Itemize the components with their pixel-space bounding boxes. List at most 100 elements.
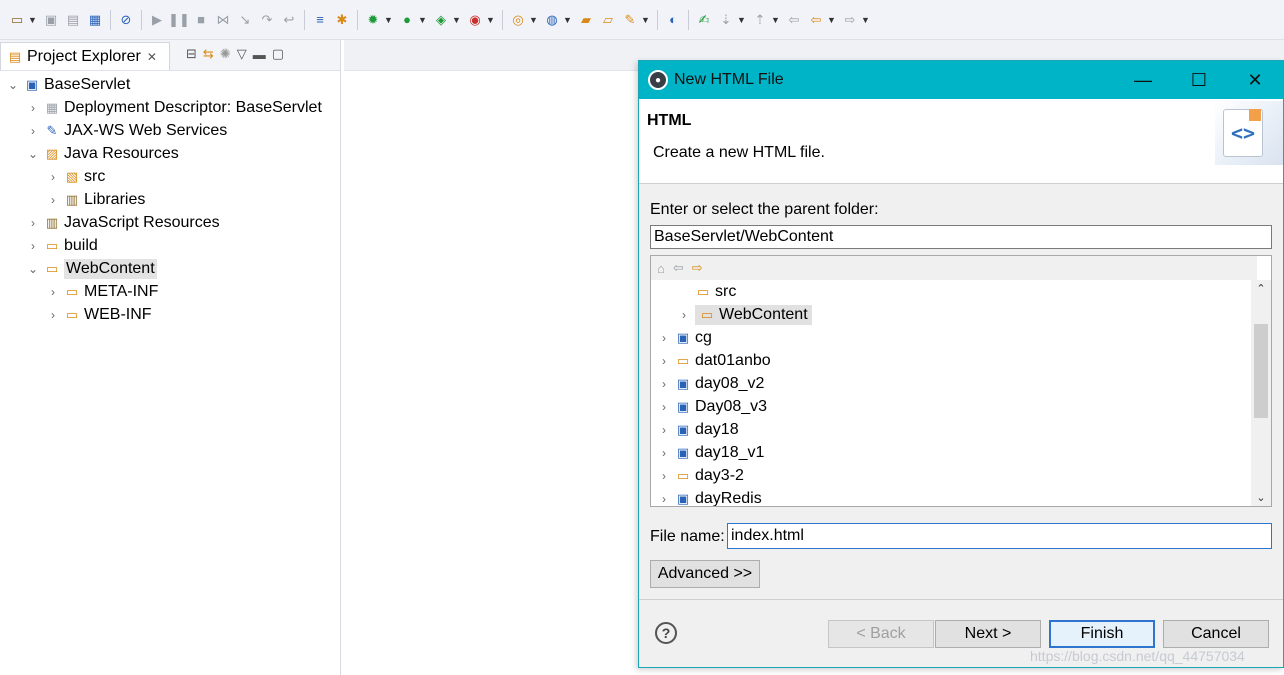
tree-item-deployment-descriptor[interactable]: › ▦ Deployment Descriptor: BaseServlet bbox=[26, 96, 322, 119]
folder-item-day08-v3[interactable]: › ▣ Day08_v3 bbox=[657, 395, 767, 418]
open-type-icon[interactable]: ▰ bbox=[577, 11, 595, 29]
chevron-right-icon[interactable]: › bbox=[657, 331, 671, 345]
chevron-right-icon[interactable]: › bbox=[46, 170, 60, 184]
chevron-down-icon[interactable]: ▼ bbox=[28, 15, 37, 25]
folder-tree-scrollbar[interactable]: ⌃ ⌄ bbox=[1251, 280, 1271, 506]
chevron-down-icon[interactable]: ▼ bbox=[737, 15, 746, 25]
maximize-icon[interactable]: ▢ bbox=[272, 46, 284, 62]
terminal-icon[interactable]: ▦ bbox=[86, 11, 104, 29]
open-task-icon[interactable]: ▱ bbox=[599, 11, 617, 29]
chevron-right-icon[interactable]: › bbox=[657, 446, 671, 460]
minimize-button[interactable]: — bbox=[1115, 61, 1171, 99]
web-browser-icon[interactable]: ◐ bbox=[664, 11, 682, 29]
forward-icon[interactable]: ⇨ bbox=[841, 11, 859, 29]
chevron-right-icon[interactable]: › bbox=[26, 216, 40, 230]
chevron-right-icon[interactable]: › bbox=[26, 101, 40, 115]
chevron-right-icon[interactable]: › bbox=[657, 377, 671, 391]
close-button[interactable]: ✕ bbox=[1227, 61, 1283, 99]
close-icon[interactable]: ✕ bbox=[147, 50, 157, 64]
forward-arrow-icon[interactable]: ⇨ bbox=[692, 260, 703, 276]
folder-item-dayredis[interactable]: › ▣ dayRedis bbox=[657, 487, 762, 507]
chevron-right-icon[interactable]: › bbox=[657, 492, 671, 506]
debug-run-icon[interactable]: ✹ bbox=[364, 11, 382, 29]
last-edit-icon[interactable]: ⇦ bbox=[785, 11, 803, 29]
folder-item-day3-2[interactable]: › ▭ day3-2 bbox=[657, 464, 744, 487]
chevron-down-icon[interactable]: ▼ bbox=[452, 15, 461, 25]
skip-breakpoints-icon[interactable]: ⊘ bbox=[117, 11, 135, 29]
new-class-icon[interactable]: ◍ bbox=[543, 11, 561, 29]
back-button[interactable]: < Back bbox=[828, 620, 934, 648]
chevron-down-icon[interactable]: ⌄ bbox=[26, 147, 40, 161]
prev-annotation-icon[interactable]: ⇡ bbox=[751, 11, 769, 29]
tree-item-meta-inf[interactable]: › ▭ META-INF bbox=[46, 280, 158, 303]
folder-item-day08-v2[interactable]: › ▣ day08_v2 bbox=[657, 372, 764, 395]
home-icon[interactable]: ⌂ bbox=[657, 261, 665, 276]
suspend-icon[interactable]: ❚❚ bbox=[168, 11, 190, 29]
resume-icon[interactable]: ▶ bbox=[148, 11, 166, 29]
folder-item-day18-v1[interactable]: › ▣ day18_v1 bbox=[657, 441, 764, 464]
chevron-down-icon[interactable]: ▼ bbox=[486, 15, 495, 25]
collapse-all-icon[interactable]: ⊟ bbox=[186, 46, 197, 62]
chevron-down-icon[interactable]: ▼ bbox=[861, 15, 870, 25]
folder-item-cg[interactable]: › ▣ cg bbox=[657, 326, 712, 349]
step-return-icon[interactable]: ↩ bbox=[280, 11, 298, 29]
new-server-icon[interactable]: ◎ bbox=[509, 11, 527, 29]
folder-item-webcontent[interactable]: › ▭ WebContent bbox=[677, 303, 812, 326]
external-tools-icon[interactable]: ◉ bbox=[466, 11, 484, 29]
chevron-down-icon[interactable]: ▼ bbox=[827, 15, 836, 25]
tree-item-libraries[interactable]: › ▥ Libraries bbox=[46, 188, 145, 211]
chevron-up-icon[interactable]: ⌃ bbox=[1251, 282, 1271, 295]
next-annotation-icon[interactable]: ⇣ bbox=[717, 11, 735, 29]
help-icon[interactable]: ? bbox=[655, 622, 677, 644]
terminate-icon[interactable]: ■ bbox=[192, 11, 210, 29]
finish-button[interactable]: Finish bbox=[1049, 620, 1155, 648]
chevron-down-icon[interactable]: ⌄ bbox=[26, 262, 40, 276]
run-icon[interactable]: ● bbox=[398, 11, 416, 29]
run-server-icon[interactable]: ◈ bbox=[432, 11, 450, 29]
tree-item-javascript-resources[interactable]: › ▥ JavaScript Resources bbox=[26, 211, 220, 234]
search-icon[interactable]: ✎ bbox=[621, 11, 639, 29]
chevron-down-icon[interactable]: ▼ bbox=[641, 15, 650, 25]
link-editor-icon[interactable]: ⇆ bbox=[203, 46, 214, 62]
chevron-right-icon[interactable]: › bbox=[26, 239, 40, 253]
folder-item-dat01anbo[interactable]: › ▭ dat01anbo bbox=[657, 349, 771, 372]
tree-item-webcontent[interactable]: ⌄ ▭ WebContent bbox=[26, 257, 157, 280]
back-arrow-icon[interactable]: ⇦ bbox=[673, 260, 684, 276]
tab-project-explorer[interactable]: ▤ Project Explorer ✕ bbox=[0, 42, 170, 70]
chevron-right-icon[interactable]: › bbox=[46, 285, 60, 299]
folder-item-day18[interactable]: › ▣ day18 bbox=[657, 418, 739, 441]
advanced-button[interactable]: Advanced >> bbox=[650, 560, 760, 588]
chevron-down-icon[interactable]: ⌄ bbox=[6, 78, 20, 92]
chevron-down-icon[interactable]: ⌄ bbox=[1251, 491, 1271, 504]
tree-item-baseservlet[interactable]: ⌄ ▣ BaseServlet bbox=[6, 73, 130, 96]
tree-item-java-resources[interactable]: ⌄ ▨ Java Resources bbox=[26, 142, 179, 165]
disconnect-icon[interactable]: ⋈ bbox=[214, 11, 232, 29]
annotation-icon[interactable]: ✍ bbox=[695, 11, 713, 29]
parent-folder-input[interactable] bbox=[650, 225, 1272, 249]
view-menu-icon[interactable]: ▽ bbox=[237, 46, 247, 62]
tree-item-build[interactable]: › ▭ build bbox=[26, 234, 98, 257]
chevron-right-icon[interactable]: › bbox=[677, 308, 691, 322]
chevron-down-icon[interactable]: ▼ bbox=[384, 15, 393, 25]
minimize-icon[interactable]: ▬ bbox=[253, 47, 266, 62]
maximize-button[interactable]: ☐ bbox=[1171, 61, 1227, 99]
chevron-right-icon[interactable]: › bbox=[657, 354, 671, 368]
save-icon[interactable]: ▣ bbox=[42, 11, 60, 29]
new-wizard-icon[interactable]: ▭ bbox=[8, 11, 26, 29]
step-over-icon[interactable]: ↷ bbox=[258, 11, 276, 29]
save-all-icon[interactable]: ▤ bbox=[64, 11, 82, 29]
dialog-titlebar[interactable]: ● New HTML File — ☐ ✕ bbox=[639, 61, 1283, 99]
tree-item-jaxws[interactable]: › ✎ JAX-WS Web Services bbox=[26, 119, 227, 142]
tree-item-src[interactable]: › ▧ src bbox=[46, 165, 105, 188]
chevron-down-icon[interactable]: ▼ bbox=[418, 15, 427, 25]
chevron-right-icon[interactable]: › bbox=[657, 469, 671, 483]
focus-icon[interactable]: ✺ bbox=[220, 46, 231, 62]
chevron-right-icon[interactable]: › bbox=[46, 193, 60, 207]
step-into-icon[interactable]: ↘ bbox=[236, 11, 254, 29]
debug-icon[interactable]: ✱ bbox=[333, 11, 351, 29]
chevron-right-icon[interactable]: › bbox=[657, 400, 671, 414]
next-button[interactable]: Next > bbox=[935, 620, 1041, 648]
folder-item-src[interactable]: ▭ src bbox=[695, 280, 736, 303]
scrollbar-thumb[interactable] bbox=[1254, 324, 1268, 418]
java-icon[interactable]: ≡ bbox=[311, 11, 329, 29]
